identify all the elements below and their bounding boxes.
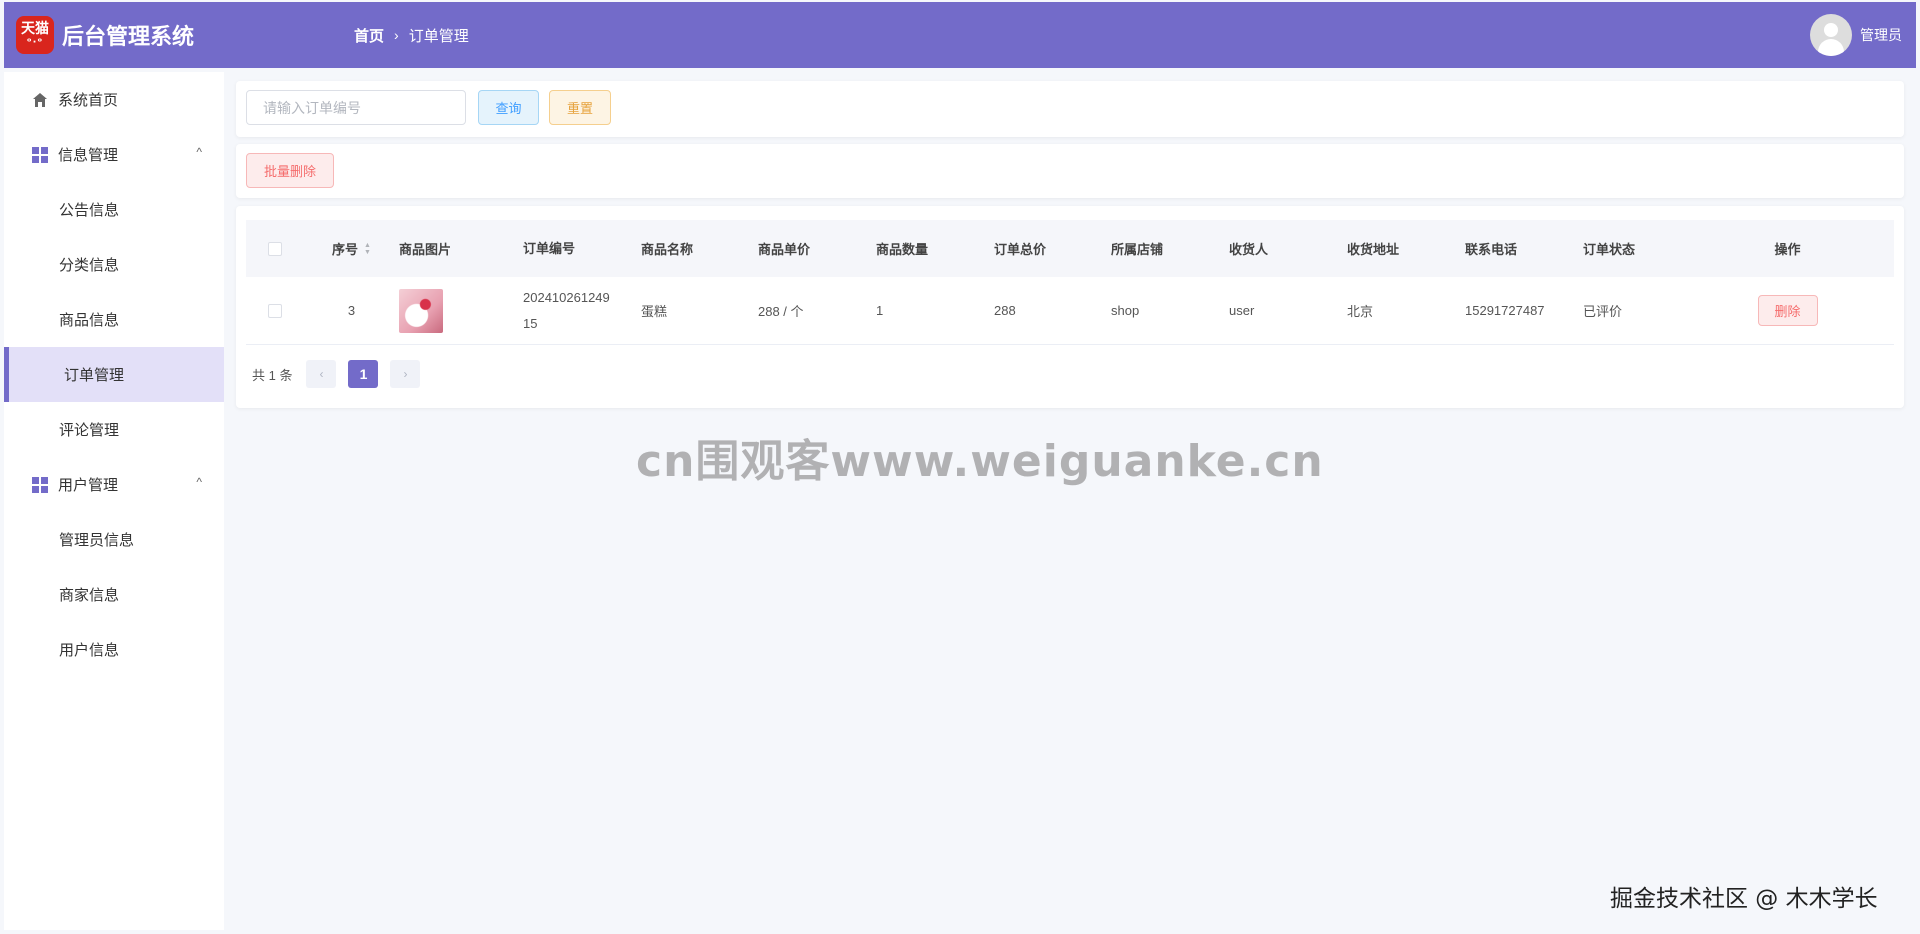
sidebar-item-merchants[interactable]: 商家信息 xyxy=(4,567,224,622)
table-panel: 序号 ▲ ▼ 商品图片 订单编号 商品名称 商品单价 商品数量 订单总价 所属店铺… xyxy=(236,206,1904,408)
user-name[interactable]: 管理员 xyxy=(1860,25,1902,45)
row-phone: 15291727487 xyxy=(1465,303,1545,318)
column-header: 订单总价 xyxy=(994,242,1047,257)
sidebar-item-orders[interactable]: 订单管理 xyxy=(4,347,224,402)
home-icon xyxy=(33,92,47,107)
logo-eyes: ᵒ·ᵒ xyxy=(26,37,44,48)
sidebar-group-label: 信息管理 xyxy=(58,147,119,164)
credit-text: 掘金技术社区 @ 木木学长 xyxy=(1610,886,1878,912)
column-header: 订单状态 xyxy=(1583,242,1636,257)
row-status: 已评价 xyxy=(1583,304,1623,319)
sidebar-item-label: 用户信息 xyxy=(59,642,120,659)
chevron-up-icon: ^ xyxy=(196,475,202,489)
sidebar-item-label: 评论管理 xyxy=(59,422,120,439)
next-page-button[interactable]: › xyxy=(390,360,421,388)
grid-icon xyxy=(32,146,48,163)
page-number-button[interactable]: 1 xyxy=(348,360,379,388)
orders-table: 序号 ▲ ▼ 商品图片 订单编号 商品名称 商品单价 商品数量 订单总价 所属店铺… xyxy=(246,220,1894,345)
sidebar-item-label: 订单管理 xyxy=(64,367,125,384)
sidebar-item-admins[interactable]: 管理员信息 xyxy=(4,512,224,567)
column-header-seq[interactable]: 序号 ▲ ▼ xyxy=(304,239,399,258)
breadcrumb-home-link[interactable]: 首页 xyxy=(354,25,384,46)
row-checkbox[interactable] xyxy=(268,303,282,318)
delete-button[interactable]: 删除 xyxy=(1757,295,1818,326)
column-header: 操作 xyxy=(1774,242,1801,257)
column-header: 商品名称 xyxy=(641,242,694,257)
sidebar-group-user[interactable]: 用户管理 ^ xyxy=(4,457,224,512)
pagination: 共 1 条 ‹ 1 › xyxy=(252,360,432,388)
order-number-search-input[interactable] xyxy=(246,90,466,125)
row-total-price: 288 xyxy=(994,303,1016,318)
column-header: 商品数量 xyxy=(876,242,929,257)
logo-text: 天猫 xyxy=(21,21,49,37)
batch-delete-button[interactable]: 批量删除 xyxy=(246,153,334,188)
sidebar-group-label: 用户管理 xyxy=(58,477,119,494)
product-image[interactable] xyxy=(399,288,443,333)
row-quantity: 1 xyxy=(876,303,884,318)
row-shop: shop xyxy=(1111,303,1140,318)
watermark-text: cn围观客www.weiguanke.cn xyxy=(636,436,1324,487)
sidebar-item-category[interactable]: 分类信息 xyxy=(4,237,224,292)
sidebar-item-comments[interactable]: 评论管理 xyxy=(4,402,224,457)
sort-icon[interactable]: ▲ ▼ xyxy=(364,242,371,256)
pagination-total: 共 1 条 xyxy=(252,367,293,383)
top-header: 天猫 ᵒ·ᵒ 后台管理系统 首页 › 订单管理 管理员 xyxy=(4,2,1916,68)
row-unit-price: 288 / 个 xyxy=(758,304,804,319)
table-header: 序号 ▲ ▼ 商品图片 订单编号 商品名称 商品单价 商品数量 订单总价 所属店铺… xyxy=(246,220,1894,277)
row-seq: 3 xyxy=(347,303,356,318)
action-panel: 批量删除 xyxy=(236,144,1904,198)
select-all-checkbox[interactable] xyxy=(268,241,282,256)
sidebar-item-label: 商品信息 xyxy=(59,312,120,329)
grid-icon xyxy=(32,476,48,493)
table-row: 3 202410261249 15 蛋糕 288 / 个 1 288 shop … xyxy=(246,277,1894,345)
sidebar-item-home[interactable]: 系统首页 xyxy=(4,72,224,127)
sidebar-item-label: 公告信息 xyxy=(59,202,120,219)
row-receiver: user xyxy=(1229,303,1255,318)
app-title: 后台管理系统 xyxy=(62,24,195,49)
sidebar-item-label: 管理员信息 xyxy=(59,532,135,549)
tmall-logo-icon: 天猫 ᵒ·ᵒ xyxy=(16,16,54,54)
column-header: 所属店铺 xyxy=(1111,242,1164,257)
row-order-number: 202410261249 15 xyxy=(523,289,610,331)
column-header: 商品图片 xyxy=(399,242,452,257)
breadcrumb-separator-icon: › xyxy=(394,27,399,43)
query-button[interactable]: 查询 xyxy=(478,90,539,125)
sidebar-item-goods[interactable]: 商品信息 xyxy=(4,292,224,347)
column-header: 收货地址 xyxy=(1347,242,1400,257)
row-address: 北京 xyxy=(1347,304,1374,319)
chevron-up-icon: ^ xyxy=(196,145,202,159)
sidebar-item-users[interactable]: 用户信息 xyxy=(4,622,224,677)
column-header: 订单编号 xyxy=(523,240,576,256)
sidebar-group-info[interactable]: 信息管理 ^ xyxy=(4,127,224,182)
sidebar-item-label: 分类信息 xyxy=(59,257,120,274)
column-header: 联系电话 xyxy=(1465,242,1518,257)
sidebar-item-notice[interactable]: 公告信息 xyxy=(4,182,224,237)
column-header: 收货人 xyxy=(1229,242,1269,257)
user-menu[interactable]: 管理员 xyxy=(1810,14,1902,56)
breadcrumb: 首页 › 订单管理 xyxy=(354,25,469,46)
row-product-name: 蛋糕 xyxy=(641,304,668,319)
reset-button[interactable]: 重置 xyxy=(549,90,611,125)
sidebar-item-label: 商家信息 xyxy=(59,587,120,604)
avatar[interactable] xyxy=(1810,14,1852,56)
sidebar: 系统首页 信息管理 ^ 公告信息 分类信息 商品信息 订单管理 评论管理 用户管… xyxy=(4,72,224,930)
breadcrumb-current: 订单管理 xyxy=(408,27,469,45)
search-panel: 查询 重置 xyxy=(236,81,1904,137)
sidebar-item-label: 系统首页 xyxy=(58,92,119,109)
column-header: 商品单价 xyxy=(758,242,811,257)
prev-page-button[interactable]: ‹ xyxy=(306,360,337,388)
